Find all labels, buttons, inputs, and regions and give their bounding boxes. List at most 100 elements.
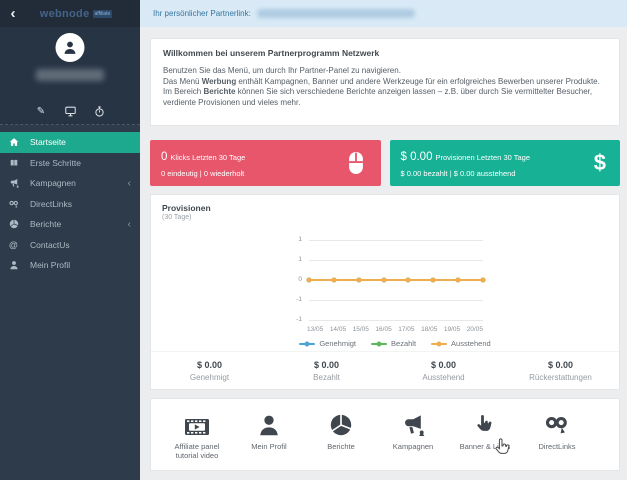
y-tick-label: 1 <box>298 236 302 243</box>
welcome-text: Benutzen Sie das Menü, um durch Ihr Part… <box>163 66 607 108</box>
monitor-icon[interactable] <box>64 105 76 117</box>
sidebar-item-label: ContactUs <box>30 239 70 250</box>
chart-plot-area: 1 1 0 -1 -1 <box>296 236 486 323</box>
sidebar-item-kampagnen[interactable]: Kampagnen ‹ <box>0 173 140 194</box>
affiliate-dashboard: ‹ webnode affiliate ✎ Startseite Erste Sch… <box>0 0 627 480</box>
at-icon: @ <box>9 239 18 250</box>
commissions-summary: $ 0.00 Genehmigt $ 0.00 Bezahlt $ 0.00 Ausste… <box>151 351 619 382</box>
summary-value: $ 0.00 <box>196 360 223 370</box>
legend-marker <box>299 341 316 346</box>
shortcut-mein-profil[interactable]: Mein Profil <box>233 407 305 451</box>
x-tick-label: 13/05 <box>307 326 324 333</box>
sidebar-item-label: Startseite <box>30 137 66 148</box>
summary-label: Rückerstattungen <box>529 373 592 382</box>
video-icon <box>161 407 233 437</box>
partner-link-label: Ihr persönlicher Partnerlink: <box>153 9 251 18</box>
shortcut-affiliate-panel-tutorial-video[interactable]: Affiliate panel tutorial video <box>161 407 233 460</box>
profile-actions: ✎ <box>0 105 140 117</box>
hand-pointer-icon <box>449 407 521 437</box>
links-icon <box>521 407 593 437</box>
shortcut-label: DirectLinks <box>538 442 576 451</box>
stats-row: 0 Klicks Letzten 30 Tage 0 eindeutig | 0 w… <box>150 140 620 186</box>
data-point <box>405 277 411 283</box>
sidebar-menu: Startseite Erste Schritte Kampagnen ‹ Direct… <box>0 125 140 276</box>
sidebar-item-contactus[interactable]: @ ContactUs <box>0 235 140 256</box>
legend-marker <box>431 341 448 346</box>
data-point <box>381 277 387 283</box>
gridline-row: 1 <box>298 256 483 263</box>
topbar: Ihr persönlicher Partnerlink: <box>140 0 627 27</box>
stat-card-klicks-letzten-30-tage: 0 Klicks Letzten 30 Tage 0 eindeutig | 0 w… <box>150 140 381 186</box>
megaphone-icon <box>377 407 449 437</box>
chevron-left-icon: ‹ <box>127 177 131 189</box>
summary-value: $ 0.00 <box>430 360 457 370</box>
summary-r-ckerstattungen: $ 0.00 Rückerstattungen <box>502 360 619 382</box>
edit-profile-icon[interactable]: ✎ <box>35 105 47 117</box>
gridline <box>309 240 483 241</box>
chart-legend: Genehmigt Bezahlt Ausstehend <box>299 339 491 348</box>
sidebar-item-startseite[interactable]: Startseite <box>0 132 140 153</box>
shortcut-directlinks[interactable]: DirectLinks <box>521 407 593 451</box>
x-tick-label: 18/05 <box>421 326 438 333</box>
shortcut-banner-links[interactable]: Banner & Links <box>449 407 521 451</box>
chart-title: Provisionen <box>162 203 211 213</box>
shortcut-label: Affiliate panel tutorial video <box>174 442 220 460</box>
dollar-icon: $ <box>593 150 606 175</box>
summary-ausstehend: $ 0.00 Ausstehend <box>385 360 502 382</box>
welcome-title: Willkommen bei unserem Partnerprogramm N… <box>163 48 380 58</box>
logo-badge: affiliate <box>92 9 113 18</box>
welcome-line: Benutzen Sie das Menü, um durch Ihr Part… <box>163 66 401 75</box>
chevron-left-icon: ‹ <box>127 218 131 230</box>
sidebar-header: ‹ webnode affiliate <box>0 0 140 27</box>
shortcut-label: Banner & Links <box>459 442 511 451</box>
home-icon <box>9 137 24 147</box>
x-tick-label: 17/05 <box>398 326 415 333</box>
summary-label: Genehmigt <box>189 373 230 382</box>
x-tick-label: 19/05 <box>443 326 461 333</box>
gridline <box>309 260 483 261</box>
shortcut-label: Mein Profil <box>251 442 287 451</box>
sidebar-item-label: Kampagnen <box>30 178 76 189</box>
summary-value: $ 0.00 <box>547 360 574 370</box>
x-tick-label: 20/05 <box>466 326 483 333</box>
summary-label: Ausstehend <box>422 373 465 382</box>
sidebar-item-berichte[interactable]: Berichte ‹ <box>0 214 140 235</box>
shortcut-berichte[interactable]: Berichte <box>305 407 377 451</box>
stat-card-provisionen-letzten-30-tage: $ 0.00 Provisionen Letzten 30 Tage $ 0.00 … <box>389 140 620 186</box>
collapse-sidebar-icon[interactable]: ‹ <box>0 2 26 26</box>
commissions-chart: 1 1 0 -1 -1 13/05 14/05 15/05 16/05 17/05 18/05 19… <box>287 236 491 348</box>
pie-chart-icon <box>9 219 24 229</box>
shortcut-label: Kampagnen <box>392 442 434 451</box>
stat-headline: $ 0.00 Provisionen Letzten 30 Tage <box>401 147 610 165</box>
gridline <box>309 300 483 301</box>
y-tick-label: 0 <box>298 276 302 283</box>
legend-bezahlt: Bezahlt <box>371 339 416 348</box>
timer-icon[interactable] <box>93 105 105 117</box>
gridline-row: -1 <box>296 316 483 323</box>
data-point <box>331 277 337 283</box>
link-icon <box>9 199 24 209</box>
stat-label: Klicks Letzten 30 Tage <box>170 153 246 162</box>
chart-card: Provisionen (30 Tage) 1 1 0 -1 -1 13/05 14/05… <box>150 194 620 390</box>
sidebar-item-label: DirectLinks <box>30 198 73 209</box>
gridline-row: -1 <box>296 296 483 303</box>
legend-ausstehend: Ausstehend <box>431 339 491 348</box>
welcome-line: Das Menü Werbung enthält Kampagnen, Bann… <box>163 76 600 86</box>
sidebar-item-mein-profil[interactable]: Mein Profil <box>0 255 140 276</box>
sidebar-item-directlinks[interactable]: DirectLinks <box>0 194 140 215</box>
sidebar-item-label: Erste Schritte <box>30 157 82 168</box>
gridline <box>309 320 483 321</box>
stat-label: Provisionen Letzten 30 Tage <box>435 153 530 162</box>
summary-bezahlt: $ 0.00 Bezahlt <box>268 360 385 382</box>
logo-brand: webnode <box>39 7 90 20</box>
mouse-icon <box>345 150 367 176</box>
summary-value: $ 0.00 <box>313 360 340 370</box>
megaphone-icon <box>9 178 24 188</box>
stat-value: $ 0.00 <box>400 151 433 163</box>
book-icon <box>9 158 24 168</box>
shortcut-kampagnen[interactable]: Kampagnen <box>377 407 449 451</box>
y-tick-label: -1 <box>296 316 302 323</box>
shortcut-label: Berichte <box>327 442 355 451</box>
sidebar: ‹ webnode affiliate ✎ Startseite Erste Sch… <box>0 0 140 480</box>
sidebar-item-erste-schritte[interactable]: Erste Schritte <box>0 153 140 174</box>
